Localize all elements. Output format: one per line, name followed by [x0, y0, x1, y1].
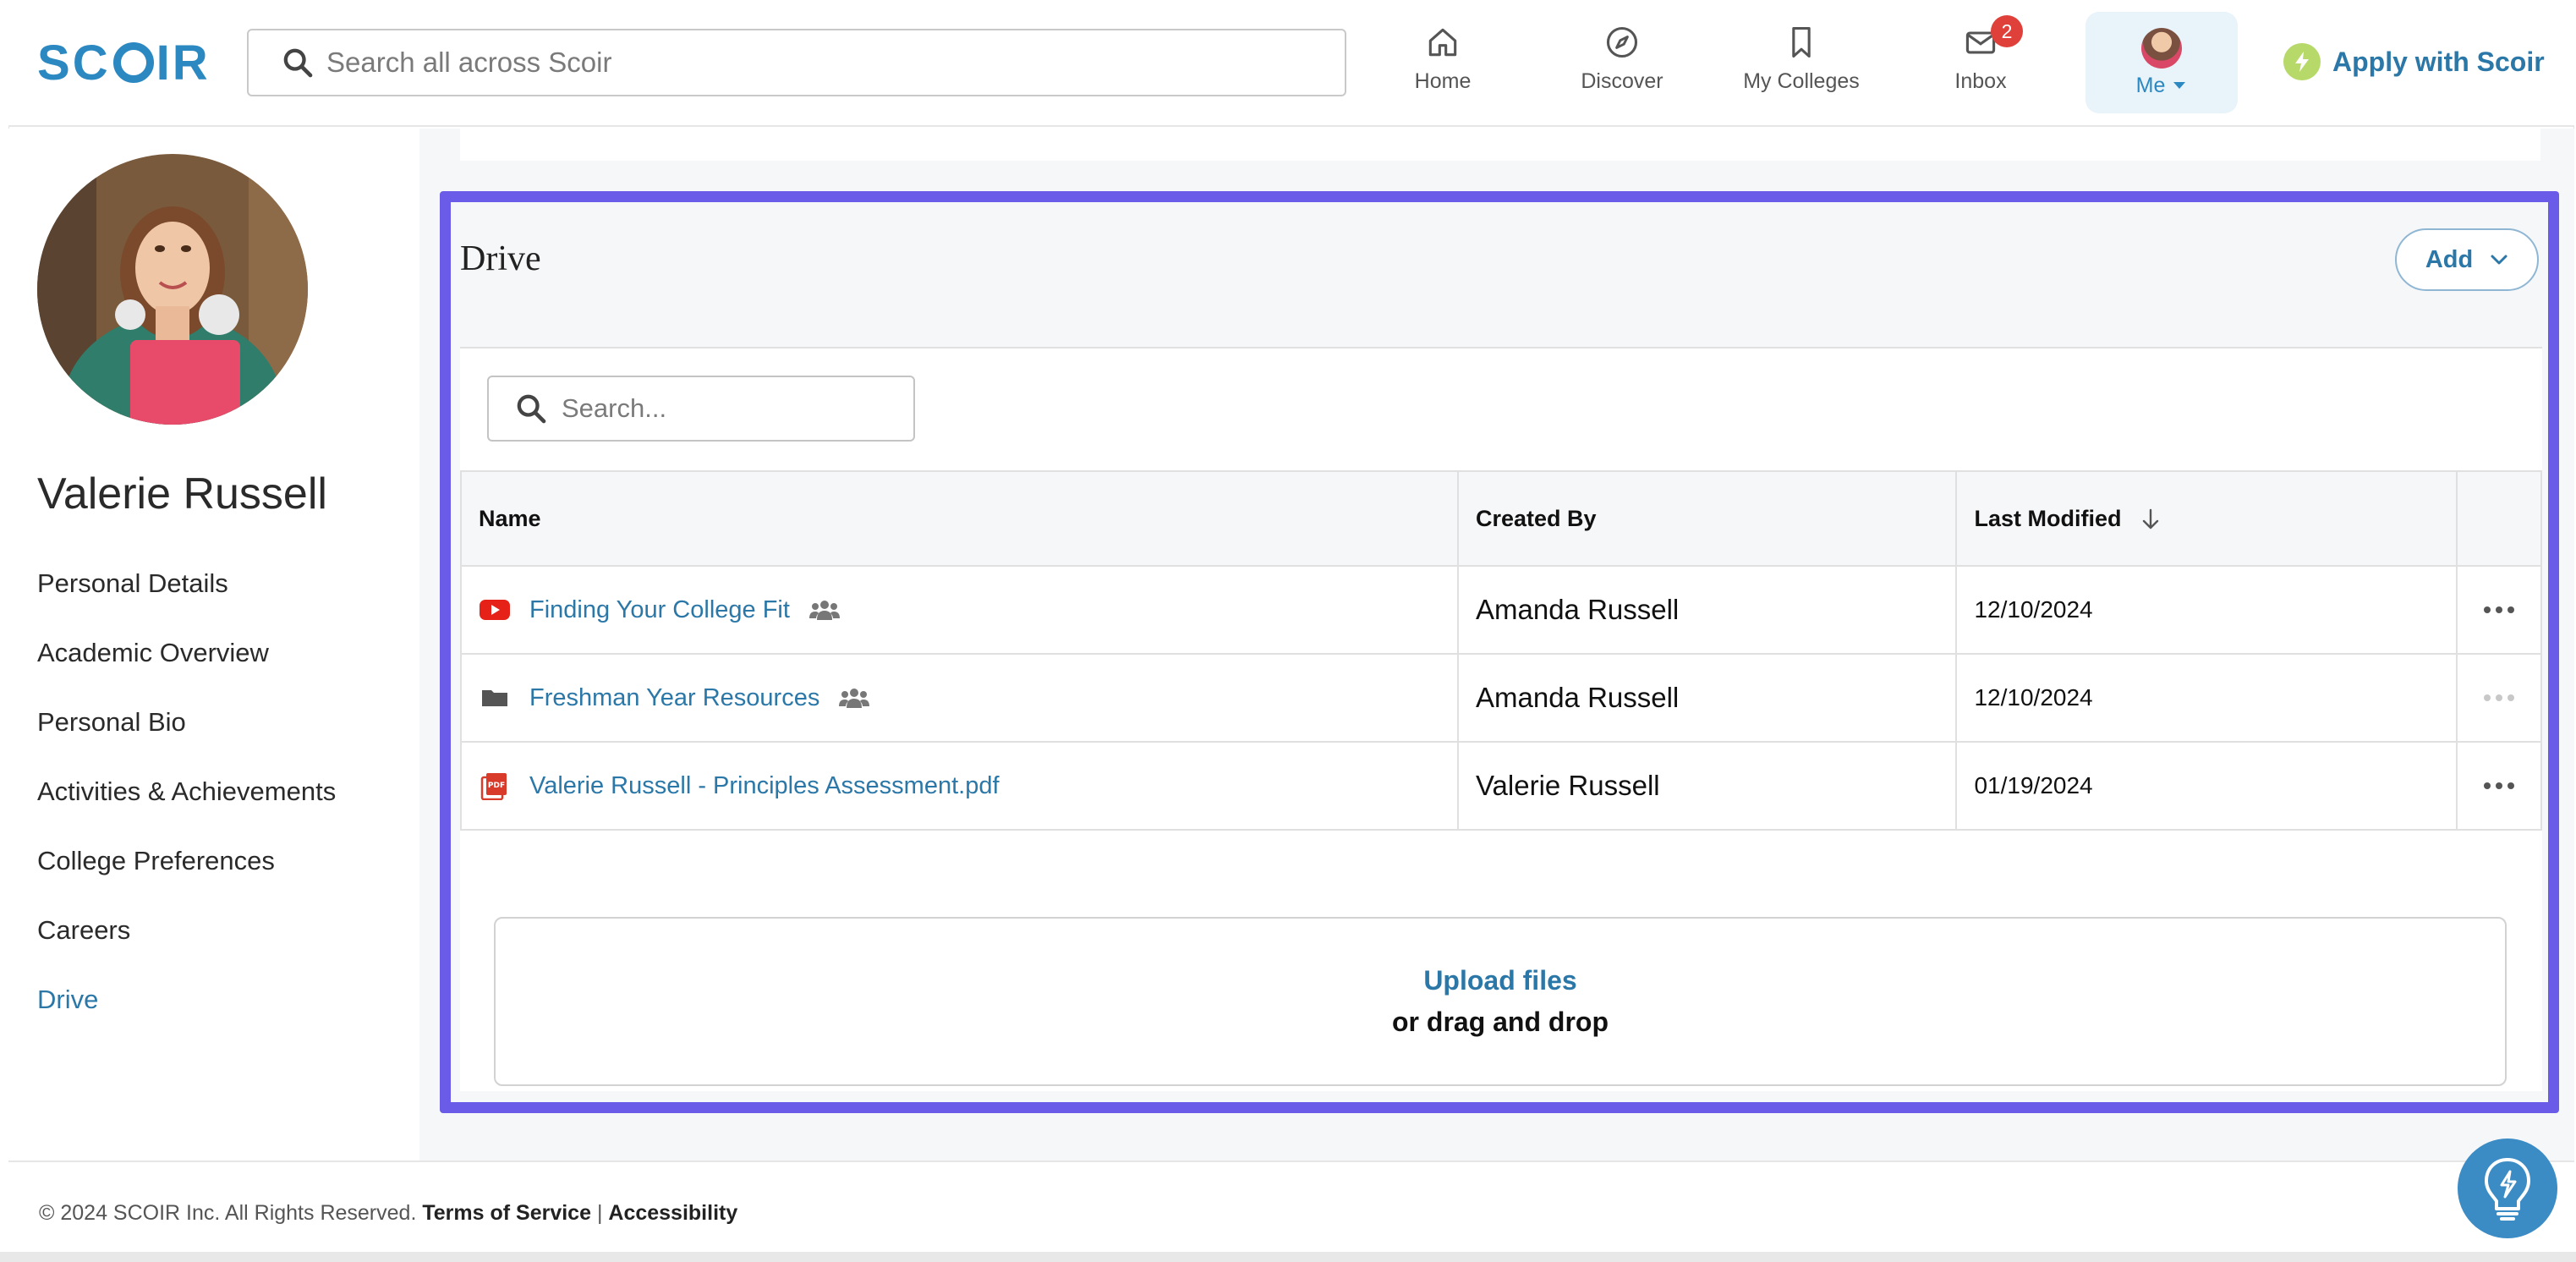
user-avatar: [2141, 27, 2182, 69]
window-bottom-edge: [0, 1252, 2576, 1262]
sidebar-item-personal-details[interactable]: Personal Details: [37, 568, 228, 599]
page-footer: © 2024 SCOIR Inc. All Rights Reserved. T…: [8, 1160, 2574, 1252]
nav-my-colleges-label: My Colleges: [1743, 69, 1860, 93]
nav-home-label: Home: [1414, 69, 1472, 93]
search-icon: [283, 48, 313, 78]
nav-home[interactable]: Home: [1358, 24, 1527, 108]
sidebar-item-activities-achievements[interactable]: Activities & Achievements: [37, 776, 336, 807]
sidebar-item-college-preferences[interactable]: College Preferences: [37, 846, 275, 876]
caret-down-icon: [2173, 82, 2186, 89]
global-search-input[interactable]: [326, 47, 1257, 79]
sidebar-item-careers[interactable]: Careers: [37, 915, 130, 946]
global-search-box[interactable]: [247, 29, 1346, 96]
profile-name: Valerie Russell: [37, 469, 327, 519]
footer-separator: |: [596, 1201, 603, 1225]
sidebar-item-drive[interactable]: Drive: [37, 985, 98, 1015]
sidebar-item-personal-bio[interactable]: Personal Bio: [37, 707, 186, 738]
inbox-unread-badge: 2: [1991, 15, 2023, 47]
home-icon: [1428, 28, 1457, 57]
nav-discover-label: Discover: [1581, 69, 1663, 93]
previous-section-card: [460, 129, 2540, 161]
nav-me-label: Me: [2135, 73, 2166, 97]
help-button[interactable]: [2458, 1139, 2557, 1238]
profile-sidebar: Valerie Russell Personal Details Academi…: [8, 129, 419, 1160]
copyright-text: © 2024 SCOIR Inc. All Rights Reserved.: [39, 1201, 417, 1225]
terms-of-service-link[interactable]: Terms of Service: [422, 1201, 591, 1225]
top-navigation-bar: SCIR Home Discover My Colleges 2 Inbox: [8, 0, 2574, 127]
lightning-bolt-icon: [2283, 43, 2321, 80]
accessibility-link[interactable]: Accessibility: [608, 1201, 737, 1225]
nav-inbox-label: Inbox: [1954, 69, 2007, 93]
nav-inbox[interactable]: 2 Inbox: [1896, 15, 2065, 108]
sidebar-item-academic-overview[interactable]: Academic Overview: [37, 638, 269, 668]
nav-my-colleges[interactable]: My Colleges: [1717, 24, 1886, 108]
scoir-logo[interactable]: SCIR: [37, 36, 211, 91]
nav-me-menu[interactable]: Me: [2085, 12, 2238, 113]
drive-section-highlight: [440, 191, 2559, 1113]
compass-icon: [1606, 26, 1638, 58]
apply-with-scoir-link[interactable]: Apply with Scoir: [2283, 42, 2545, 81]
profile-photo: [37, 154, 308, 425]
bookmark-icon: [1792, 26, 1811, 58]
lightbulb-icon: [2485, 1158, 2530, 1221]
apply-with-scoir-label: Apply with Scoir: [2332, 46, 2545, 77]
nav-discover[interactable]: Discover: [1537, 24, 1707, 108]
